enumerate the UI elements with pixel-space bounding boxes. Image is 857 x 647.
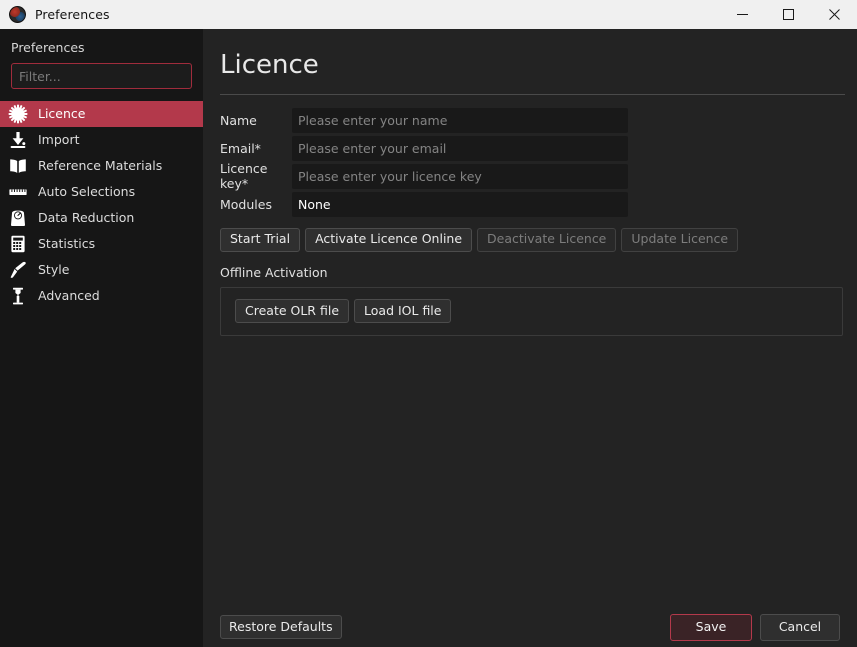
sidebar-item-data-reduction[interactable]: Data Reduction — [0, 205, 203, 231]
form-row-name: Name — [220, 107, 841, 133]
close-button[interactable] — [811, 0, 857, 29]
dialog-footer: Restore Defaults Save Cancel — [219, 613, 841, 641]
sidebar-item-label: Licence — [38, 105, 86, 121]
modules-value: None — [292, 191, 628, 217]
calculator-icon — [6, 234, 30, 254]
licence-key-label: Licence key* — [220, 161, 268, 192]
window-title: Preferences — [35, 7, 110, 22]
window-body: Preferences Filter... Licence Import Ref… — [0, 29, 857, 647]
sidebar-item-advanced[interactable]: Advanced — [0, 283, 203, 309]
sidebar-item-import[interactable]: Import — [0, 127, 203, 153]
maximize-button[interactable] — [765, 0, 811, 29]
create-olr-file-button[interactable]: Create OLR file — [235, 299, 350, 324]
restore-defaults-button[interactable]: Restore Defaults — [220, 615, 342, 639]
form-row-licence-key: Licence key* — [220, 161, 841, 192]
sidebar-heading: Preferences — [11, 40, 85, 55]
title-bar: Preferences — [0, 0, 857, 29]
title-divider — [220, 93, 845, 95]
filter-input[interactable] — [11, 63, 192, 89]
minimize-button[interactable] — [719, 0, 765, 29]
offline-activation-panel: Create OLR file Load IOL file — [220, 286, 843, 336]
window-controls — [719, 0, 857, 29]
maximize-icon — [782, 9, 794, 20]
name-input[interactable] — [292, 107, 628, 133]
sidebar-item-auto-selections[interactable]: Auto Selections — [0, 179, 203, 205]
sidebar-nav: Licence Import Reference Materials Auto … — [0, 101, 203, 309]
name-label: Name — [220, 112, 257, 128]
content-pane: Licence Name Email* Licence key* Modules — [203, 29, 857, 647]
sidebar-item-label: Reference Materials — [38, 157, 163, 173]
page-title: Licence — [220, 50, 319, 80]
filter-wrapper — [0, 63, 203, 89]
gear-sunburst-icon — [6, 104, 30, 124]
start-trial-button[interactable]: Start Trial — [220, 227, 301, 252]
update-licence-button[interactable]: Update Licence — [621, 227, 739, 252]
sidebar-item-label: Style — [38, 261, 70, 277]
modules-label: Modules — [220, 196, 272, 212]
form-row-email: Email* — [220, 135, 841, 161]
cancel-button[interactable]: Cancel — [760, 613, 840, 641]
licence-form: Name Email* Licence key* Modules None — [220, 107, 841, 220]
sidebar-item-label: Auto Selections — [38, 183, 136, 199]
sidebar-item-label: Statistics — [38, 235, 96, 251]
sidebar-item-style[interactable]: Style — [0, 257, 203, 283]
load-iol-file-button[interactable]: Load IOL file — [354, 299, 452, 324]
licence-action-buttons: Start Trial Activate Licence Online Deac… — [220, 227, 841, 252]
preferences-window: Preferences Preferences Filter... Licenc… — [0, 0, 857, 647]
paintbrush-icon — [6, 260, 30, 280]
form-row-modules: Modules None — [220, 191, 841, 217]
flask-icon — [6, 286, 30, 306]
deactivate-licence-button[interactable]: Deactivate Licence — [477, 227, 617, 252]
download-icon — [6, 130, 30, 150]
footer-primary-actions: Save Cancel — [670, 613, 841, 641]
preferences-sidebar: Preferences Filter... Licence Import Ref… — [0, 29, 203, 647]
close-icon — [828, 9, 840, 20]
ruler-icon — [6, 182, 30, 202]
offline-activation-label: Offline Activation — [220, 264, 328, 280]
app-icon — [9, 6, 26, 23]
scale-icon — [6, 208, 30, 228]
sidebar-item-licence[interactable]: Licence — [0, 101, 203, 127]
minimize-icon — [736, 14, 748, 15]
sidebar-item-label: Advanced — [38, 287, 100, 303]
book-icon — [6, 156, 30, 176]
sidebar-item-label: Import — [38, 131, 80, 147]
sidebar-item-label: Data Reduction — [38, 209, 135, 225]
email-input[interactable] — [292, 135, 628, 161]
sidebar-item-statistics[interactable]: Statistics — [0, 231, 203, 257]
email-label: Email* — [220, 140, 261, 156]
save-button[interactable]: Save — [670, 613, 752, 641]
licence-key-input[interactable] — [292, 163, 628, 189]
sidebar-item-reference-materials[interactable]: Reference Materials — [0, 153, 203, 179]
activate-licence-online-button[interactable]: Activate Licence Online — [305, 227, 473, 252]
